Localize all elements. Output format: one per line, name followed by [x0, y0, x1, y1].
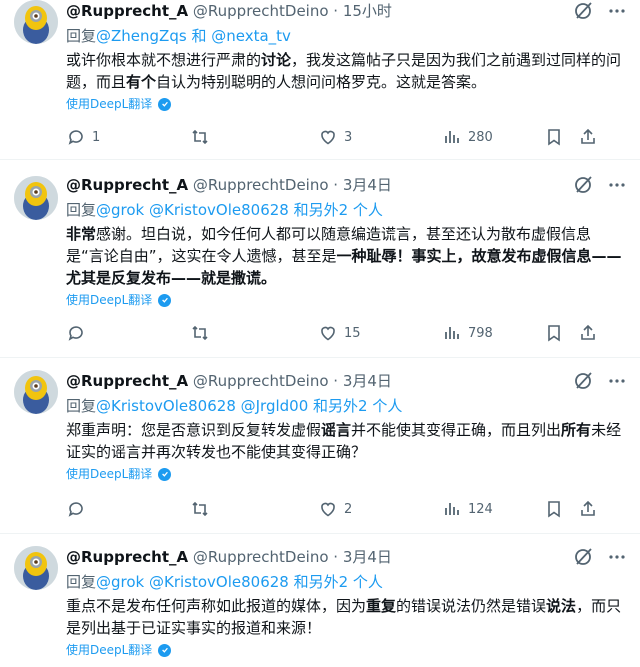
- display-name[interactable]: @Rupprecht_A: [66, 548, 188, 566]
- share-icon: [581, 324, 595, 340]
- reply-mention[interactable]: @nexta_tv: [211, 27, 291, 45]
- reply-mentions[interactable]: @grok @KristovOle80628 和另外2 个人: [96, 201, 383, 219]
- reply-button[interactable]: [66, 322, 86, 344]
- retweet-button[interactable]: [190, 498, 210, 520]
- bookmark-icon: [548, 501, 560, 518]
- tweet-text: 或许你根本就不想进行严肃的讨论，我发这篇帖子只是因为我们之前遇到过同样的问题，而…: [66, 51, 622, 91]
- tweet[interactable]: @Rupprecht_A @RupprechtDeino · 3月4日 回复@g…: [0, 534, 640, 667]
- reply-icon: [68, 130, 83, 145]
- reply-button[interactable]: [66, 498, 86, 520]
- avatar[interactable]: [14, 370, 58, 414]
- reply-context: 回复@grok @KristovOle80628 和另外2 个人: [66, 573, 383, 591]
- views-icon: [445, 503, 459, 515]
- deepl-icon: [158, 643, 172, 657]
- handle-and-time[interactable]: @RupprechtDeino · 3月4日: [193, 548, 392, 566]
- deepl-icon: [158, 293, 172, 307]
- grok-icon[interactable]: [572, 546, 594, 568]
- tweet[interactable]: @Rupprecht_A @RupprechtDeino · 3月4日 回复@g…: [0, 160, 640, 358]
- deepl-translate-link[interactable]: 使用DeepL翻译: [66, 95, 628, 113]
- retweet-button[interactable]: [190, 322, 210, 344]
- tweet-header: @Rupprecht_A @RupprechtDeino · 3月4日: [66, 174, 628, 196]
- retweet-button[interactable]: [190, 126, 210, 148]
- tweet[interactable]: @Rupprecht_A @RupprechtDeino · 15小时 回复@Z…: [0, 0, 640, 160]
- more-icon[interactable]: [606, 370, 628, 392]
- views-button[interactable]: 798: [442, 322, 493, 344]
- tweet-header: @Rupprecht_A @RupprechtDeino · 15小时: [66, 0, 628, 22]
- display-name[interactable]: @Rupprecht_A: [66, 176, 188, 194]
- handle-and-time[interactable]: @RupprechtDeino · 3月4日: [193, 176, 392, 194]
- views-icon: [445, 327, 459, 339]
- views-button[interactable]: 124: [442, 498, 493, 520]
- reply-mention[interactable]: @ZhengZqs: [96, 27, 187, 45]
- like-button[interactable]: 2: [318, 498, 352, 520]
- avatar[interactable]: [14, 0, 58, 44]
- more-icon[interactable]: [606, 174, 628, 196]
- tweet-text: 郑重声明：您是否意识到反复转发虚假谣言并不能使其变得正确，而且列出所有未经证实的…: [66, 421, 622, 461]
- reply-mentions[interactable]: @grok @KristovOle80628 和另外2 个人: [96, 573, 383, 591]
- share-button[interactable]: [578, 322, 598, 344]
- tweet-header: @Rupprecht_A @RupprechtDeino · 3月4日: [66, 370, 628, 392]
- deepl-icon: [158, 97, 172, 111]
- tweet-header: @Rupprecht_A @RupprechtDeino · 3月4日: [66, 546, 628, 568]
- tweet[interactable]: @Rupprecht_A @RupprechtDeino · 3月4日 回复@K…: [0, 358, 640, 534]
- grok-icon[interactable]: [572, 0, 594, 22]
- like-count: 3: [344, 129, 353, 145]
- share-icon: [581, 128, 595, 144]
- heart-icon: [321, 502, 335, 517]
- deepl-translate-link[interactable]: 使用DeepL翻译: [66, 465, 628, 483]
- reply-prefix: 回复: [66, 27, 97, 45]
- bookmark-button[interactable]: [544, 498, 564, 520]
- share-icon: [581, 500, 595, 516]
- reply-mentions[interactable]: @KristovOle80628 @Jrgld00 和另外2 个人: [96, 397, 402, 415]
- like-button[interactable]: 3: [318, 126, 352, 148]
- heart-icon: [321, 326, 335, 341]
- reply-context: 回复@KristovOle80628 @Jrgld00 和另外2 个人: [66, 397, 403, 415]
- display-name[interactable]: @Rupprecht_A: [66, 372, 188, 390]
- grok-icon[interactable]: [572, 370, 594, 392]
- grok-icon[interactable]: [572, 174, 594, 196]
- handle-and-time[interactable]: @RupprechtDeino · 15小时: [193, 2, 392, 20]
- more-icon[interactable]: [606, 546, 628, 568]
- view-count: 280: [468, 129, 493, 145]
- bookmark-button[interactable]: [544, 126, 564, 148]
- heart-icon: [321, 130, 335, 145]
- views-icon: [445, 131, 459, 143]
- reply-button[interactable]: 1: [66, 126, 100, 148]
- deepl-translate-link[interactable]: 使用DeepL翻译: [66, 641, 628, 659]
- deepl-icon: [158, 467, 172, 481]
- avatar[interactable]: [14, 176, 58, 220]
- view-count: 124: [468, 501, 493, 517]
- bookmark-icon: [548, 129, 560, 146]
- more-icon[interactable]: [606, 0, 628, 22]
- bookmark-icon: [548, 325, 560, 342]
- bookmark-button[interactable]: [544, 322, 564, 344]
- like-count: 15: [344, 325, 361, 341]
- retweet-icon: [192, 325, 208, 341]
- reply-context: 回复@ZhengZqs 和 @nexta_tv: [66, 25, 628, 47]
- view-count: 798: [468, 325, 493, 341]
- reply-and: 和: [186, 27, 212, 45]
- display-name[interactable]: @Rupprecht_A: [66, 2, 188, 20]
- tweet-text: 非常感谢。坦白说，如今任何人都可以随意编造谎言，甚至还认为散布虚假信息是“言论自…: [66, 225, 622, 287]
- avatar[interactable]: [14, 546, 58, 590]
- share-button[interactable]: [578, 126, 598, 148]
- reply-icon: [68, 326, 83, 341]
- reply-count: 1: [92, 129, 101, 145]
- like-count: 2: [344, 501, 353, 517]
- tweet-text: 重点不是发布任何声称如此报道的媒体，因为重复的错误说法仍然是错误说法，而只是列出…: [66, 597, 622, 637]
- share-button[interactable]: [578, 498, 598, 520]
- retweet-icon: [192, 129, 208, 145]
- views-button[interactable]: 280: [442, 126, 493, 148]
- deepl-translate-link[interactable]: 使用DeepL翻译: [66, 291, 628, 309]
- like-button[interactable]: 15: [318, 322, 361, 344]
- handle-and-time[interactable]: @RupprechtDeino · 3月4日: [193, 372, 392, 390]
- reply-icon: [68, 502, 83, 517]
- retweet-icon: [192, 501, 208, 517]
- reply-context: 回复@grok @KristovOle80628 和另外2 个人: [66, 201, 383, 219]
